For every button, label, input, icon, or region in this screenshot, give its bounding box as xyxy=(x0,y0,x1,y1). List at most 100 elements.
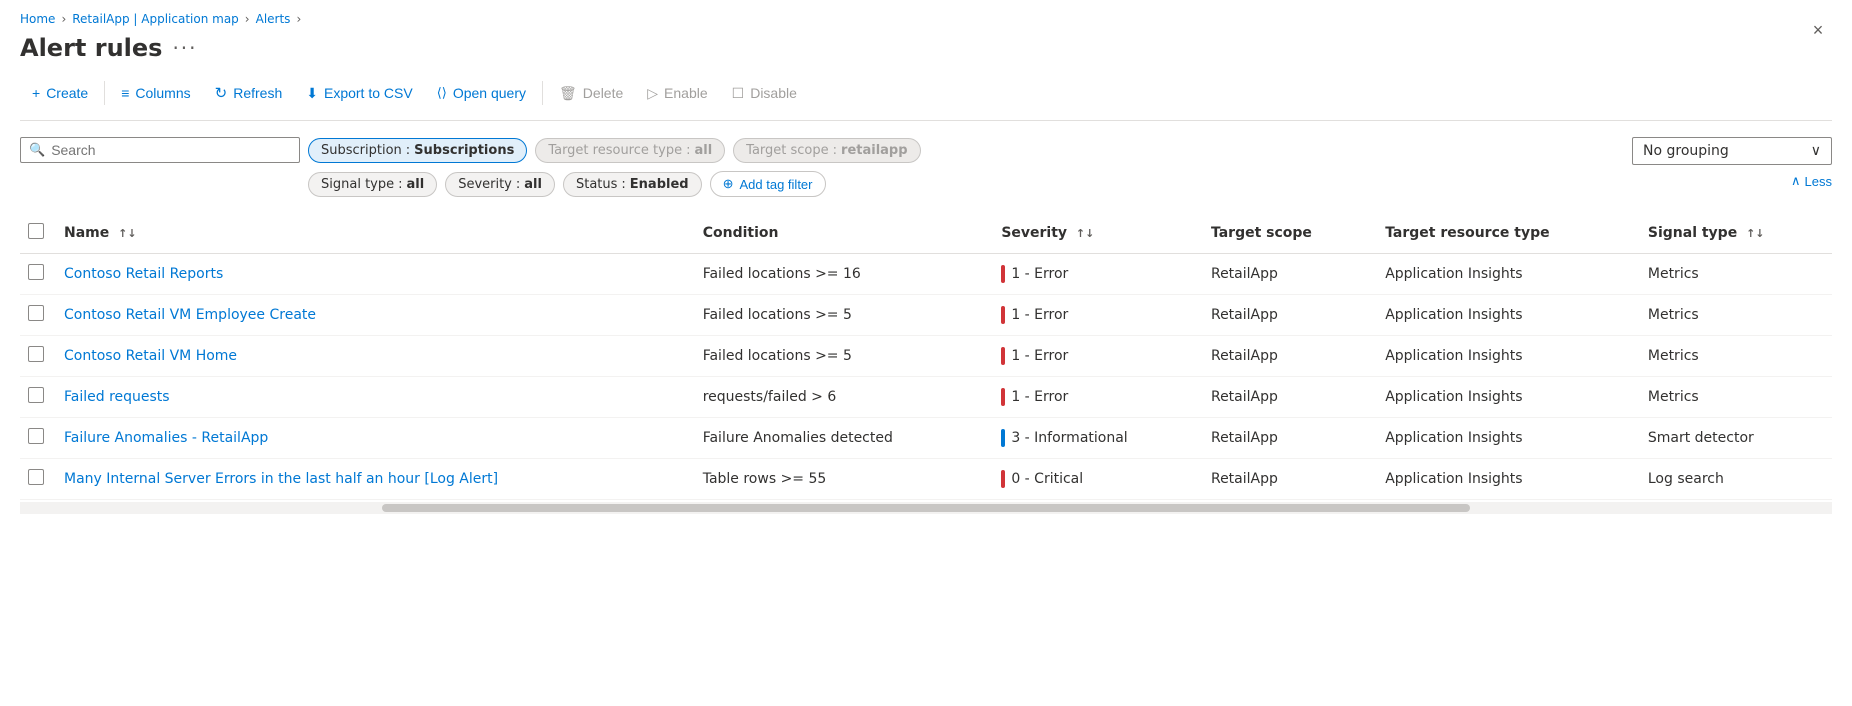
row-signal-type-cell-4: Smart detector xyxy=(1636,418,1832,459)
severity-label: Severity xyxy=(458,177,512,192)
severity-badge-5: 0 - Critical xyxy=(1001,470,1187,488)
row-target-scope-cell-1: RetailApp xyxy=(1199,295,1373,336)
table-row: Contoso Retail VM Home Failed locations … xyxy=(20,336,1832,377)
row-name-link-1[interactable]: Contoso Retail VM Employee Create xyxy=(64,307,316,323)
signal-type-value: all xyxy=(407,177,425,192)
subscription-filter-chip[interactable]: Subscription : Subscriptions xyxy=(308,138,527,163)
breadcrumb-home[interactable]: Home xyxy=(20,12,55,26)
status-filter-chip[interactable]: Status : Enabled xyxy=(563,172,702,197)
row-name-link-5[interactable]: Many Internal Server Errors in the last … xyxy=(64,471,498,487)
row-signal-type-cell-0: Metrics xyxy=(1636,254,1832,295)
export-icon: ⬇ xyxy=(306,85,318,102)
row-checkbox-5[interactable] xyxy=(28,469,44,485)
enable-icon: ▷ xyxy=(647,85,658,102)
severity-label-5: 0 - Critical xyxy=(1011,471,1083,487)
target-scope-filter-chip[interactable]: Target scope : retailapp xyxy=(733,138,920,163)
search-input[interactable] xyxy=(51,142,291,158)
row-condition-cell-4: Failure Anomalies detected xyxy=(691,418,990,459)
signal-type-label: Signal type xyxy=(321,177,394,192)
severity-label-0: 1 - Error xyxy=(1011,266,1068,282)
search-icon: 🔍 xyxy=(29,143,45,158)
row-condition-cell-1: Failed locations >= 5 xyxy=(691,295,990,336)
table-header-row: Name ↑↓ Condition Severity ↑↓ Target sco… xyxy=(20,213,1832,254)
row-target-resource-type-cell-1: Application Insights xyxy=(1373,295,1636,336)
target-resource-type-filter-chip[interactable]: Target resource type : all xyxy=(535,138,725,163)
severity-dot-0 xyxy=(1001,265,1005,283)
columns-label: Columns xyxy=(135,85,190,101)
row-severity-cell-1: 1 - Error xyxy=(989,295,1199,336)
delete-button[interactable]: 🗑 Delete xyxy=(547,79,635,108)
breadcrumb-alerts[interactable]: Alerts xyxy=(256,12,291,26)
status-label: Status xyxy=(576,177,617,192)
row-name-cell-0: Contoso Retail Reports xyxy=(52,254,691,295)
enable-label: Enable xyxy=(664,85,708,101)
export-button[interactable]: ⬇ Export to CSV xyxy=(294,79,424,108)
severity-filter-chip[interactable]: Severity : all xyxy=(445,172,555,197)
row-checkbox-0[interactable] xyxy=(28,264,44,280)
row-signal-type-cell-5: Log search xyxy=(1636,459,1832,500)
disable-label: Disable xyxy=(750,85,797,101)
filter-row-1: 🔍 Subscription : Subscriptions Target re… xyxy=(20,137,1624,163)
search-input-wrap[interactable]: 🔍 xyxy=(20,137,300,163)
close-button[interactable]: × xyxy=(1804,16,1832,44)
subscription-sep: : xyxy=(406,143,410,158)
page-container: × Home › RetailApp | Application map › A… xyxy=(0,0,1852,514)
horizontal-scroll-thumb xyxy=(382,504,1469,512)
row-name-cell-3: Failed requests xyxy=(52,377,691,418)
chevron-down-icon: ∨ xyxy=(1811,143,1821,159)
row-name-link-2[interactable]: Contoso Retail VM Home xyxy=(64,348,237,364)
row-target-resource-type-cell-2: Application Insights xyxy=(1373,336,1636,377)
table-container[interactable]: Name ↑↓ Condition Severity ↑↓ Target sco… xyxy=(20,213,1832,500)
title-row: Alert rules ··· xyxy=(20,34,1832,62)
create-button[interactable]: + Create xyxy=(20,79,100,107)
enable-button[interactable]: ▷ Enable xyxy=(635,79,719,108)
no-grouping-select[interactable]: No grouping ∨ xyxy=(1632,137,1832,165)
less-button[interactable]: ∧ Less xyxy=(1791,173,1832,189)
title-more-button[interactable]: ··· xyxy=(172,36,197,60)
open-query-button[interactable]: ⟨⟩ Open query xyxy=(425,79,538,107)
row-signal-type-cell-3: Metrics xyxy=(1636,377,1832,418)
table-row: Contoso Retail VM Employee Create Failed… xyxy=(20,295,1832,336)
select-all-checkbox[interactable] xyxy=(28,223,44,239)
disable-button[interactable]: ☐ Disable xyxy=(720,79,809,108)
row-target-scope-cell-0: RetailApp xyxy=(1199,254,1373,295)
row-name-link-4[interactable]: Failure Anomalies - RetailApp xyxy=(64,430,268,446)
col-header-signal-type[interactable]: Signal type ↑↓ xyxy=(1636,213,1832,254)
severity-value: all xyxy=(524,177,542,192)
create-label: Create xyxy=(46,85,88,101)
severity-badge-0: 1 - Error xyxy=(1001,265,1187,283)
col-header-target-scope: Target scope xyxy=(1199,213,1373,254)
col-header-name[interactable]: Name ↑↓ xyxy=(52,213,691,254)
row-checkbox-4[interactable] xyxy=(28,428,44,444)
row-checkbox-cell-1 xyxy=(20,295,52,336)
add-tag-label: Add tag filter xyxy=(740,177,813,192)
row-severity-cell-0: 1 - Error xyxy=(989,254,1199,295)
severity-dot-5 xyxy=(1001,470,1005,488)
page-title: Alert rules xyxy=(20,34,162,62)
severity-dot-4 xyxy=(1001,429,1005,447)
refresh-button[interactable]: ↻ Refresh xyxy=(203,78,295,108)
target-resource-type-sep: : xyxy=(686,143,690,158)
filter-bar-left: 🔍 Subscription : Subscriptions Target re… xyxy=(20,137,1624,197)
breadcrumb-app-map[interactable]: RetailApp | Application map xyxy=(72,12,239,26)
severity-label-2: 1 - Error xyxy=(1011,348,1068,364)
table-header-checkbox-cell xyxy=(20,213,52,254)
alert-rules-table: Name ↑↓ Condition Severity ↑↓ Target sco… xyxy=(20,213,1832,500)
filter-bar: 🔍 Subscription : Subscriptions Target re… xyxy=(20,137,1832,197)
row-checkbox-1[interactable] xyxy=(28,305,44,321)
horizontal-scrollbar[interactable] xyxy=(20,502,1832,514)
add-tag-filter-button[interactable]: ⊕ Add tag filter xyxy=(710,171,826,197)
row-severity-cell-3: 1 - Error xyxy=(989,377,1199,418)
signal-type-filter-chip[interactable]: Signal type : all xyxy=(308,172,437,197)
row-checkbox-2[interactable] xyxy=(28,346,44,362)
table-row: Many Internal Server Errors in the last … xyxy=(20,459,1832,500)
columns-button[interactable]: ≡ Columns xyxy=(109,79,202,107)
row-checkbox-3[interactable] xyxy=(28,387,44,403)
col-header-severity[interactable]: Severity ↑↓ xyxy=(989,213,1199,254)
row-name-link-3[interactable]: Failed requests xyxy=(64,389,170,405)
delete-icon: 🗑 xyxy=(559,85,577,102)
row-signal-type-cell-1: Metrics xyxy=(1636,295,1832,336)
filter-row-2: Signal type : all Severity : all Status … xyxy=(20,171,1624,197)
breadcrumb-sep-3: › xyxy=(296,12,301,26)
row-name-link-0[interactable]: Contoso Retail Reports xyxy=(64,266,223,282)
